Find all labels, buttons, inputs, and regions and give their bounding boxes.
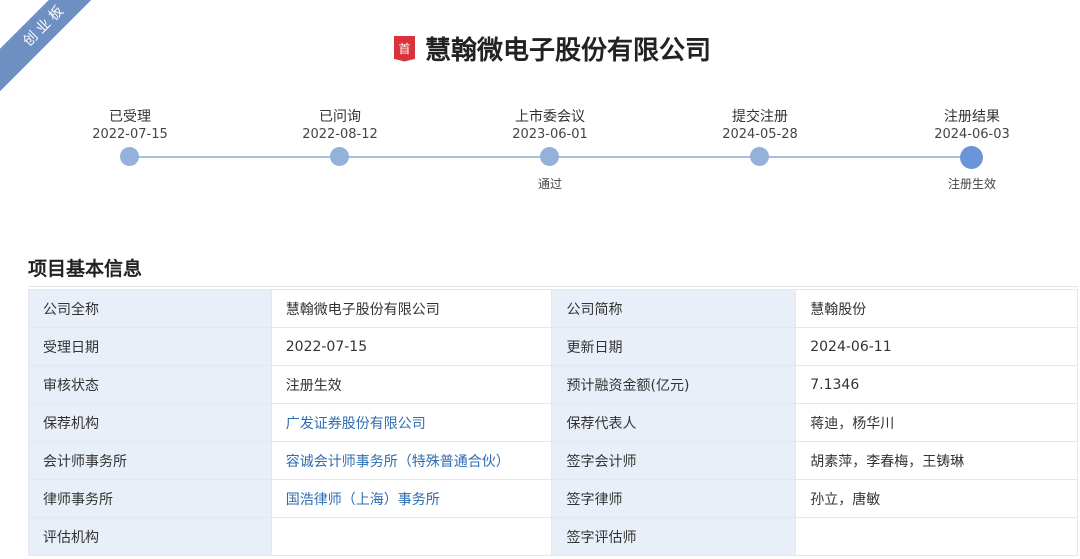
step-date: 2022-07-15 [92, 127, 168, 142]
table-row: 律师事务所 国浩律师（上海）事务所 签字律师 孙立，唐敏 [28, 479, 1078, 518]
field-label: 公司全称 [28, 289, 272, 328]
field-value: 慧翰股份 [795, 289, 1078, 328]
step-label: 已受理 [109, 109, 151, 125]
field-value [795, 517, 1078, 556]
step-result: 注册生效 [947, 177, 996, 191]
field-label: 会计师事务所 [28, 441, 272, 480]
step-result: 通过 [537, 177, 562, 191]
divider [28, 286, 1078, 287]
field-value: 2022-07-15 [270, 327, 553, 366]
step-label: 提交注册 [732, 109, 788, 125]
field-value: 胡素萍，李春梅，王铸琳 [795, 441, 1078, 480]
field-label: 公司简称 [551, 289, 797, 328]
step-date: 2024-06-03 [934, 127, 1010, 142]
step-label: 已问询 [319, 109, 361, 125]
field-value: 2024-06-11 [795, 327, 1078, 366]
table-row: 受理日期 2022-07-15 更新日期 2024-06-11 [28, 327, 1078, 366]
step-label: 注册结果 [944, 109, 1000, 125]
page-title: 首 慧翰微电子股份有限公司 [0, 30, 1080, 67]
field-link[interactable]: 广发证券股份有限公司 [270, 403, 553, 442]
field-value: 注册生效 [270, 365, 553, 404]
table-row: 会计师事务所 容诚会计师事务所（特殊普通合伙） 签字会计师 胡素萍，李春梅，王铸琳 [28, 441, 1078, 480]
field-value: 蒋迪，杨华川 [795, 403, 1078, 442]
step-dot [120, 147, 139, 166]
step-dot [540, 147, 559, 166]
field-label: 签字会计师 [551, 441, 797, 480]
field-label: 审核状态 [28, 365, 272, 404]
table-row: 评估机构 签字评估师 [28, 517, 1078, 556]
field-label: 受理日期 [28, 327, 272, 366]
step-date: 2023-06-01 [512, 127, 588, 142]
step-label: 上市委会议 [515, 109, 585, 125]
company-title: 慧翰微电子股份有限公司 [424, 36, 711, 66]
info-table: 公司全称 慧翰微电子股份有限公司 公司简称 慧翰股份 受理日期 2022-07-15… [28, 289, 1078, 556]
table-row: 保荐机构 广发证券股份有限公司 保荐代表人 蒋迪，杨华川 [28, 403, 1078, 442]
field-label: 保荐机构 [28, 403, 272, 442]
field-label: 更新日期 [551, 327, 797, 366]
field-label: 签字评估师 [551, 517, 797, 556]
section-title: 项目基本信息 [28, 258, 143, 280]
field-link[interactable]: 国浩律师（上海）事务所 [270, 479, 553, 518]
field-label: 律师事务所 [28, 479, 272, 518]
field-value: 慧翰微电子股份有限公司 [270, 289, 553, 328]
field-value: 孙立，唐敏 [795, 479, 1078, 518]
step-dot [960, 146, 983, 169]
table-row: 审核状态 注册生效 预计融资金额(亿元) 7.1346 [28, 365, 1078, 404]
field-value [270, 517, 553, 556]
step-date: 2024-05-28 [722, 127, 798, 142]
field-label: 签字律师 [551, 479, 797, 518]
field-label: 预计融资金额(亿元) [551, 365, 797, 404]
step-date: 2022-08-12 [302, 127, 378, 142]
step-dot [750, 147, 769, 166]
first-listing-badge: 首 [393, 35, 415, 62]
table-row: 公司全称 慧翰微电子股份有限公司 公司简称 慧翰股份 [28, 289, 1078, 328]
field-label: 评估机构 [28, 517, 272, 556]
field-link[interactable]: 容诚会计师事务所（特殊普通合伙） [270, 441, 553, 480]
step-dot [330, 147, 349, 166]
field-label: 保荐代表人 [551, 403, 797, 442]
field-value: 7.1346 [795, 365, 1078, 404]
